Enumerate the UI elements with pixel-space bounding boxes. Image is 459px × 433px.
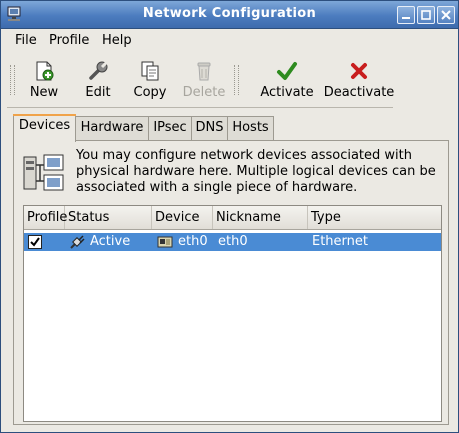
network-devices-icon (23, 154, 64, 191)
minimize-button[interactable] (397, 6, 415, 24)
network-card-icon (157, 236, 173, 248)
profile-checkbox[interactable] (28, 235, 42, 249)
new-button[interactable]: New (21, 55, 67, 103)
column-nickname[interactable]: Nickname (213, 206, 308, 229)
tab-dns[interactable]: DNS (191, 116, 228, 141)
menu-help[interactable]: Help (102, 33, 132, 48)
column-profile[interactable]: Profile (24, 206, 67, 229)
close-icon (441, 10, 451, 20)
device-list[interactable]: Profile Status Device Nickname Type Acti… (23, 205, 442, 422)
devices-panel: You may configure network devices associ… (13, 140, 449, 425)
activate-label: Activate (260, 85, 314, 100)
new-label: New (29, 85, 59, 100)
menu-file[interactable]: File (15, 33, 37, 48)
plug-connected-icon (70, 235, 85, 249)
devices-description: You may configure network devices associ… (76, 148, 436, 195)
tab-devices[interactable]: Devices (13, 114, 76, 142)
table-row[interactable]: Active eth0 eth0 Ethernet (24, 233, 441, 251)
device-list-header: Profile Status Device Nickname Type (24, 206, 441, 230)
copy-icon (141, 61, 159, 81)
row-device: eth0 (178, 234, 208, 249)
checkmark-icon (30, 237, 40, 247)
deactivate-button[interactable]: Deactivate (323, 55, 395, 103)
minimize-icon (402, 17, 410, 19)
tab-ipsec[interactable]: IPsec (148, 116, 192, 141)
maximize-button[interactable] (417, 6, 435, 24)
toolbar-separator (7, 107, 393, 108)
menu-profile[interactable]: Profile (49, 33, 89, 48)
column-type[interactable]: Type (308, 206, 441, 229)
tab-hosts[interactable]: Hosts (227, 116, 274, 141)
copy-label: Copy (133, 85, 167, 100)
wrench-icon (89, 60, 109, 80)
toolbar-grip[interactable] (10, 65, 15, 95)
trash-icon (197, 62, 211, 81)
new-icon (36, 61, 54, 81)
x-mark-icon (351, 63, 367, 79)
column-status[interactable]: Status (65, 206, 152, 229)
deactivate-label: Deactivate (323, 85, 395, 100)
checkmark-icon (277, 62, 297, 80)
title-bar[interactable]: Network Configuration (1, 1, 458, 29)
maximize-icon (421, 10, 431, 20)
row-status: Active (90, 234, 131, 249)
delete-label: Delete (182, 85, 226, 100)
delete-button[interactable]: Delete (180, 55, 228, 103)
toolbar-grip-2[interactable] (234, 65, 239, 95)
copy-button[interactable]: Copy (128, 55, 172, 103)
edit-button[interactable]: Edit (77, 55, 119, 103)
edit-label: Edit (85, 85, 111, 100)
column-device[interactable]: Device (152, 206, 213, 229)
toolbar: New Edit Copy Delete Activate Deactivate (1, 53, 458, 107)
row-nickname: eth0 (218, 234, 248, 249)
row-type: Ethernet (312, 234, 368, 249)
activate-button[interactable]: Activate (255, 55, 319, 103)
menu-bar: File Profile Help (1, 29, 458, 51)
tab-hardware[interactable]: Hardware (75, 116, 149, 141)
close-button[interactable] (437, 6, 455, 24)
window-title: Network Configuration (142, 6, 317, 21)
network-configuration-window: Network Configuration File Profile Help … (0, 0, 459, 433)
